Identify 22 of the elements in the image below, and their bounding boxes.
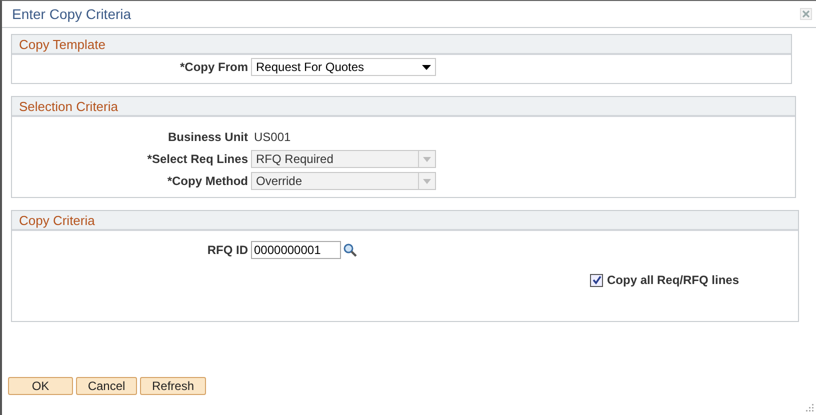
resize-grip-icon[interactable]: [806, 404, 814, 412]
input-field[interactable]: 0000000001: [251, 241, 341, 259]
field-value: US001: [253, 130, 291, 144]
search-icon[interactable]: [343, 243, 357, 257]
caret-icon: [423, 156, 431, 162]
field-label: RFQ ID: [206, 243, 249, 257]
dialog-button[interactable]: Refresh: [140, 377, 206, 395]
field-label: *Copy From: [178, 60, 249, 74]
field-label: Business Unit: [166, 130, 249, 144]
caret-icon: [423, 178, 431, 184]
caret-icon: [422, 64, 431, 70]
window-title: Enter Copy Criteria: [12, 6, 132, 22]
dropdown[interactable]: Request For Quotes: [251, 58, 436, 76]
checkbox[interactable]: [590, 274, 603, 286]
field-label: *Select Req Lines: [146, 152, 249, 166]
dialog-button[interactable]: Cancel: [76, 377, 137, 395]
dialog-button[interactable]: OK: [8, 377, 73, 395]
section-title: Copy Criteria: [19, 212, 95, 228]
checkbox-label: Copy all Req/RFQ lines: [607, 273, 740, 287]
section-title: Selection Criteria: [19, 98, 118, 114]
section-title: Copy Template: [19, 36, 106, 52]
field-label: *Copy Method: [166, 174, 249, 188]
